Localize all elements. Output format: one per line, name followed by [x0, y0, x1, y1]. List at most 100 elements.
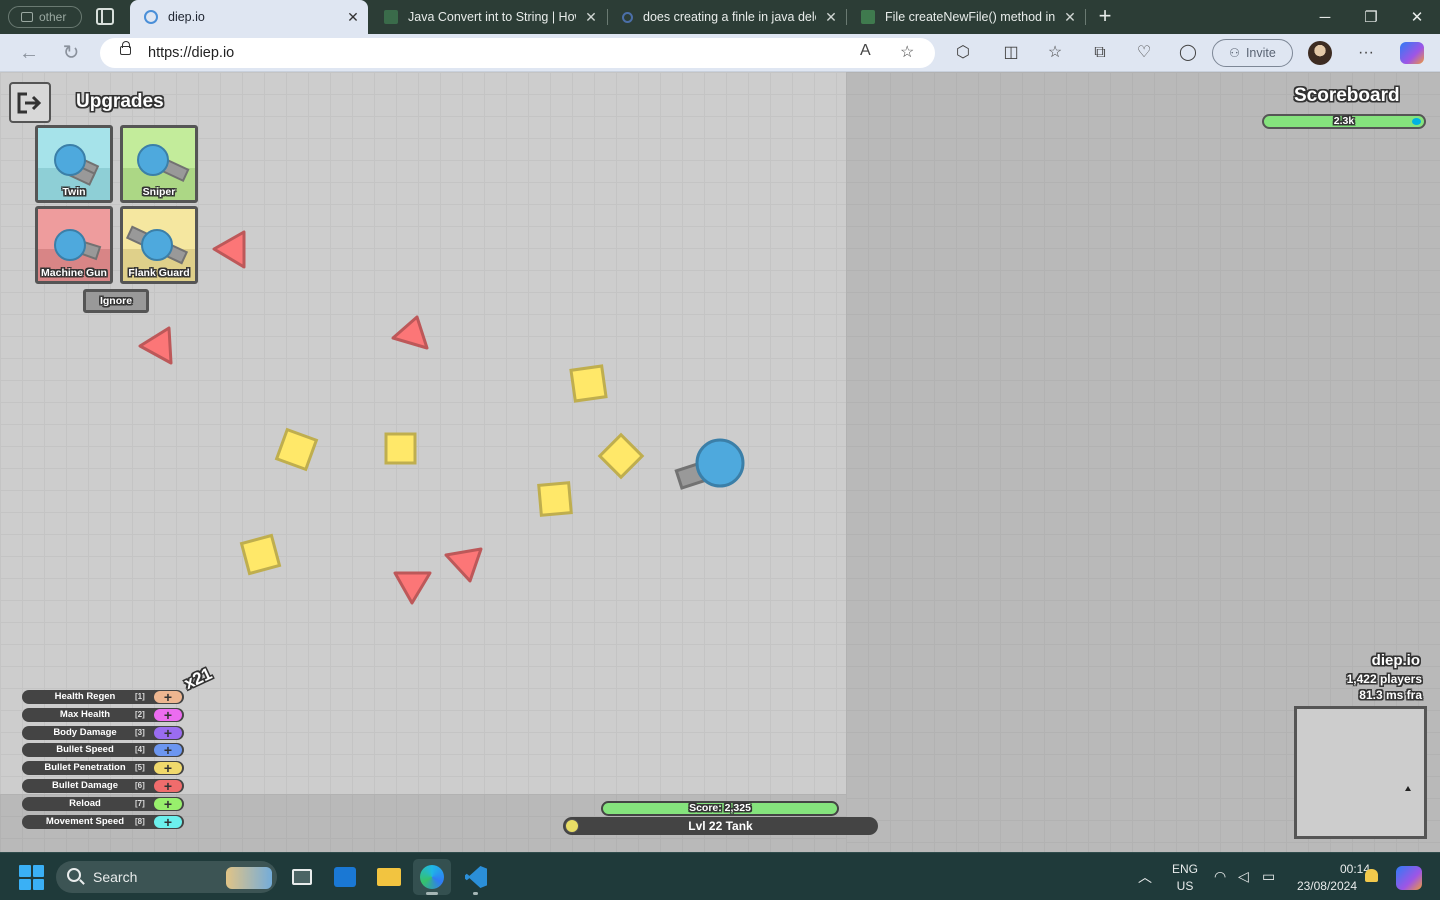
task-view-icon[interactable]	[283, 859, 321, 895]
feedback-icon[interactable]: ◯	[1178, 43, 1198, 63]
stat-hotkey: [2]	[135, 709, 145, 719]
stat-hotkey: [5]	[135, 763, 145, 773]
collections-icon[interactable]: ⧉	[1090, 43, 1110, 63]
close-tab-icon[interactable]: ✕	[816, 9, 846, 26]
invite-people-icon: ⚇	[1229, 46, 1240, 60]
invite-button[interactable]: ⚇ Invite	[1212, 39, 1293, 67]
stat-row: Bullet Speed [4] +	[22, 743, 184, 758]
stat-hotkey: [3]	[135, 727, 145, 737]
stat-row: Bullet Penetration [5] +	[22, 761, 184, 776]
stat-row: Reload [7] +	[22, 796, 184, 811]
upgrade-label: Sniper	[142, 186, 176, 198]
volume-icon[interactable]: ◁	[1238, 868, 1249, 885]
upgrade-flank-guard-button[interactable]: Flank Guard	[120, 206, 198, 284]
clock-date[interactable]: 23/08/2024	[1290, 879, 1357, 893]
taskbar-search[interactable]: Search	[56, 861, 277, 893]
score-bar-fill: Score: 2,325	[603, 803, 837, 814]
copilot-icon[interactable]	[1400, 42, 1424, 64]
stat-upgrade-plus-button[interactable]: +	[154, 743, 182, 757]
close-tab-icon[interactable]: ✕	[1055, 9, 1085, 26]
search-highlight-image	[226, 867, 272, 889]
stat-hotkey: [8]	[135, 816, 145, 826]
upgrade-twin-button[interactable]: Twin	[35, 125, 113, 203]
game-canvas[interactable]: Upgrades Twin Sniper Machine Gun Flank G…	[0, 72, 1440, 852]
site-favicon-icon	[861, 10, 875, 24]
tab-create-new-file[interactable]: File createNewFile() method in Ja ✕	[847, 0, 1085, 34]
restore-icon[interactable]: ❐	[1348, 0, 1394, 34]
favorite-star-icon[interactable]: ☆	[900, 42, 914, 62]
windows-start-icon[interactable]	[19, 865, 44, 890]
vertical-tabs-icon[interactable]	[96, 8, 114, 25]
vscode-icon[interactable]	[457, 859, 495, 895]
polygon-triangle	[393, 571, 432, 605]
stat-upgrade-plus-button[interactable]: +	[154, 761, 182, 775]
profile-switcher[interactable]: other	[8, 6, 82, 28]
battery-icon[interactable]: ▭	[1262, 868, 1275, 885]
stat-row: Movement Speed [8] +	[22, 814, 184, 829]
address-bar[interactable]: https://diep.io A ☆	[100, 38, 935, 68]
exit-arrow-icon	[17, 92, 42, 113]
input-language[interactable]: ENG	[1170, 862, 1200, 876]
file-explorer-icon[interactable]	[370, 859, 408, 895]
minimize-icon[interactable]: ─	[1302, 0, 1348, 34]
browser-essentials-icon[interactable]: ♡	[1134, 43, 1154, 63]
polygon-triangle	[212, 230, 246, 269]
tab-title: File createNewFile() method in Ja	[885, 10, 1055, 24]
read-aloud-icon[interactable]: A	[860, 42, 871, 60]
input-region[interactable]: US	[1170, 879, 1200, 893]
site-favicon-icon	[384, 10, 398, 24]
tab-title: diep.io	[168, 10, 205, 24]
tab-title: does creating a finle in java delet	[643, 10, 816, 24]
split-screen-icon[interactable]: ◫	[1001, 43, 1021, 63]
upgrades-title: Upgrades	[76, 91, 164, 112]
copilot-taskbar-icon[interactable]	[1396, 866, 1422, 890]
stat-upgrade-plus-button[interactable]: +	[154, 815, 182, 829]
close-tab-icon[interactable]: ✕	[576, 9, 606, 26]
stat-upgrade-plus-button[interactable]: +	[154, 708, 182, 722]
polygon-square	[597, 432, 645, 480]
upgrade-sniper-button[interactable]: Sniper	[120, 125, 198, 203]
search-favicon-icon	[622, 11, 633, 23]
score-label: Score: 2,325	[689, 802, 751, 814]
lock-icon[interactable]	[120, 41, 131, 55]
new-tab-icon[interactable]: +	[1093, 3, 1117, 31]
extensions-icon[interactable]: ⬡	[953, 43, 973, 63]
tab-search-result[interactable]: does creating a finle in java delet ✕	[608, 0, 846, 34]
polygon-triangle	[138, 326, 173, 365]
stat-upgrade-plus-button[interactable]: +	[154, 726, 182, 740]
score-bar: Score: 2,325	[601, 801, 839, 816]
clock-time[interactable]: 00:14	[1290, 862, 1370, 876]
stat-hotkey: [4]	[135, 745, 145, 755]
invite-label: Invite	[1245, 46, 1276, 60]
stat-row: Health Regen [1] +	[22, 690, 184, 704]
close-window-icon[interactable]: ✕	[1394, 0, 1440, 34]
close-tab-icon[interactable]: ✕	[338, 9, 368, 26]
search-icon	[67, 868, 81, 882]
wifi-icon[interactable]: ◠	[1214, 868, 1226, 885]
stat-hotkey: [1]	[135, 692, 145, 701]
minimap	[1294, 706, 1427, 839]
frame-time: 81.3 ms fra	[1359, 688, 1422, 702]
stat-upgrade-plus-button[interactable]: +	[154, 797, 182, 811]
show-hidden-icons-chevron-icon[interactable]: ︿	[1138, 867, 1152, 887]
profile-avatar[interactable]	[1308, 41, 1332, 65]
edge-browser-icon[interactable]	[413, 859, 451, 895]
upgrade-machine-gun-button[interactable]: Machine Gun	[35, 206, 113, 284]
tab-diep[interactable]: diep.io ✕	[130, 0, 368, 34]
tab-java-convert[interactable]: Java Convert int to String | How t ✕	[370, 0, 606, 34]
outlook-icon[interactable]	[326, 859, 364, 895]
stat-upgrade-plus-button[interactable]: +	[154, 690, 182, 704]
upgrade-label: Flank Guard	[128, 267, 190, 279]
more-options-icon[interactable]: ···	[1356, 43, 1376, 63]
notification-bell-icon[interactable]	[1365, 869, 1378, 882]
stat-upgrade-plus-button[interactable]: +	[154, 779, 182, 793]
level-label: Lvl 22 Tank	[688, 819, 753, 833]
ignore-upgrades-button[interactable]: Ignore	[83, 289, 149, 313]
favorites-icon[interactable]: ☆	[1045, 43, 1065, 63]
url-text[interactable]: https://diep.io	[148, 45, 234, 61]
player-tank	[674, 438, 745, 490]
exit-game-button[interactable]	[9, 82, 51, 123]
stat-row: Bullet Damage [6] +	[22, 779, 184, 793]
back-arrow-icon[interactable]: ←	[14, 39, 44, 67]
refresh-icon[interactable]: ↻	[56, 39, 86, 67]
